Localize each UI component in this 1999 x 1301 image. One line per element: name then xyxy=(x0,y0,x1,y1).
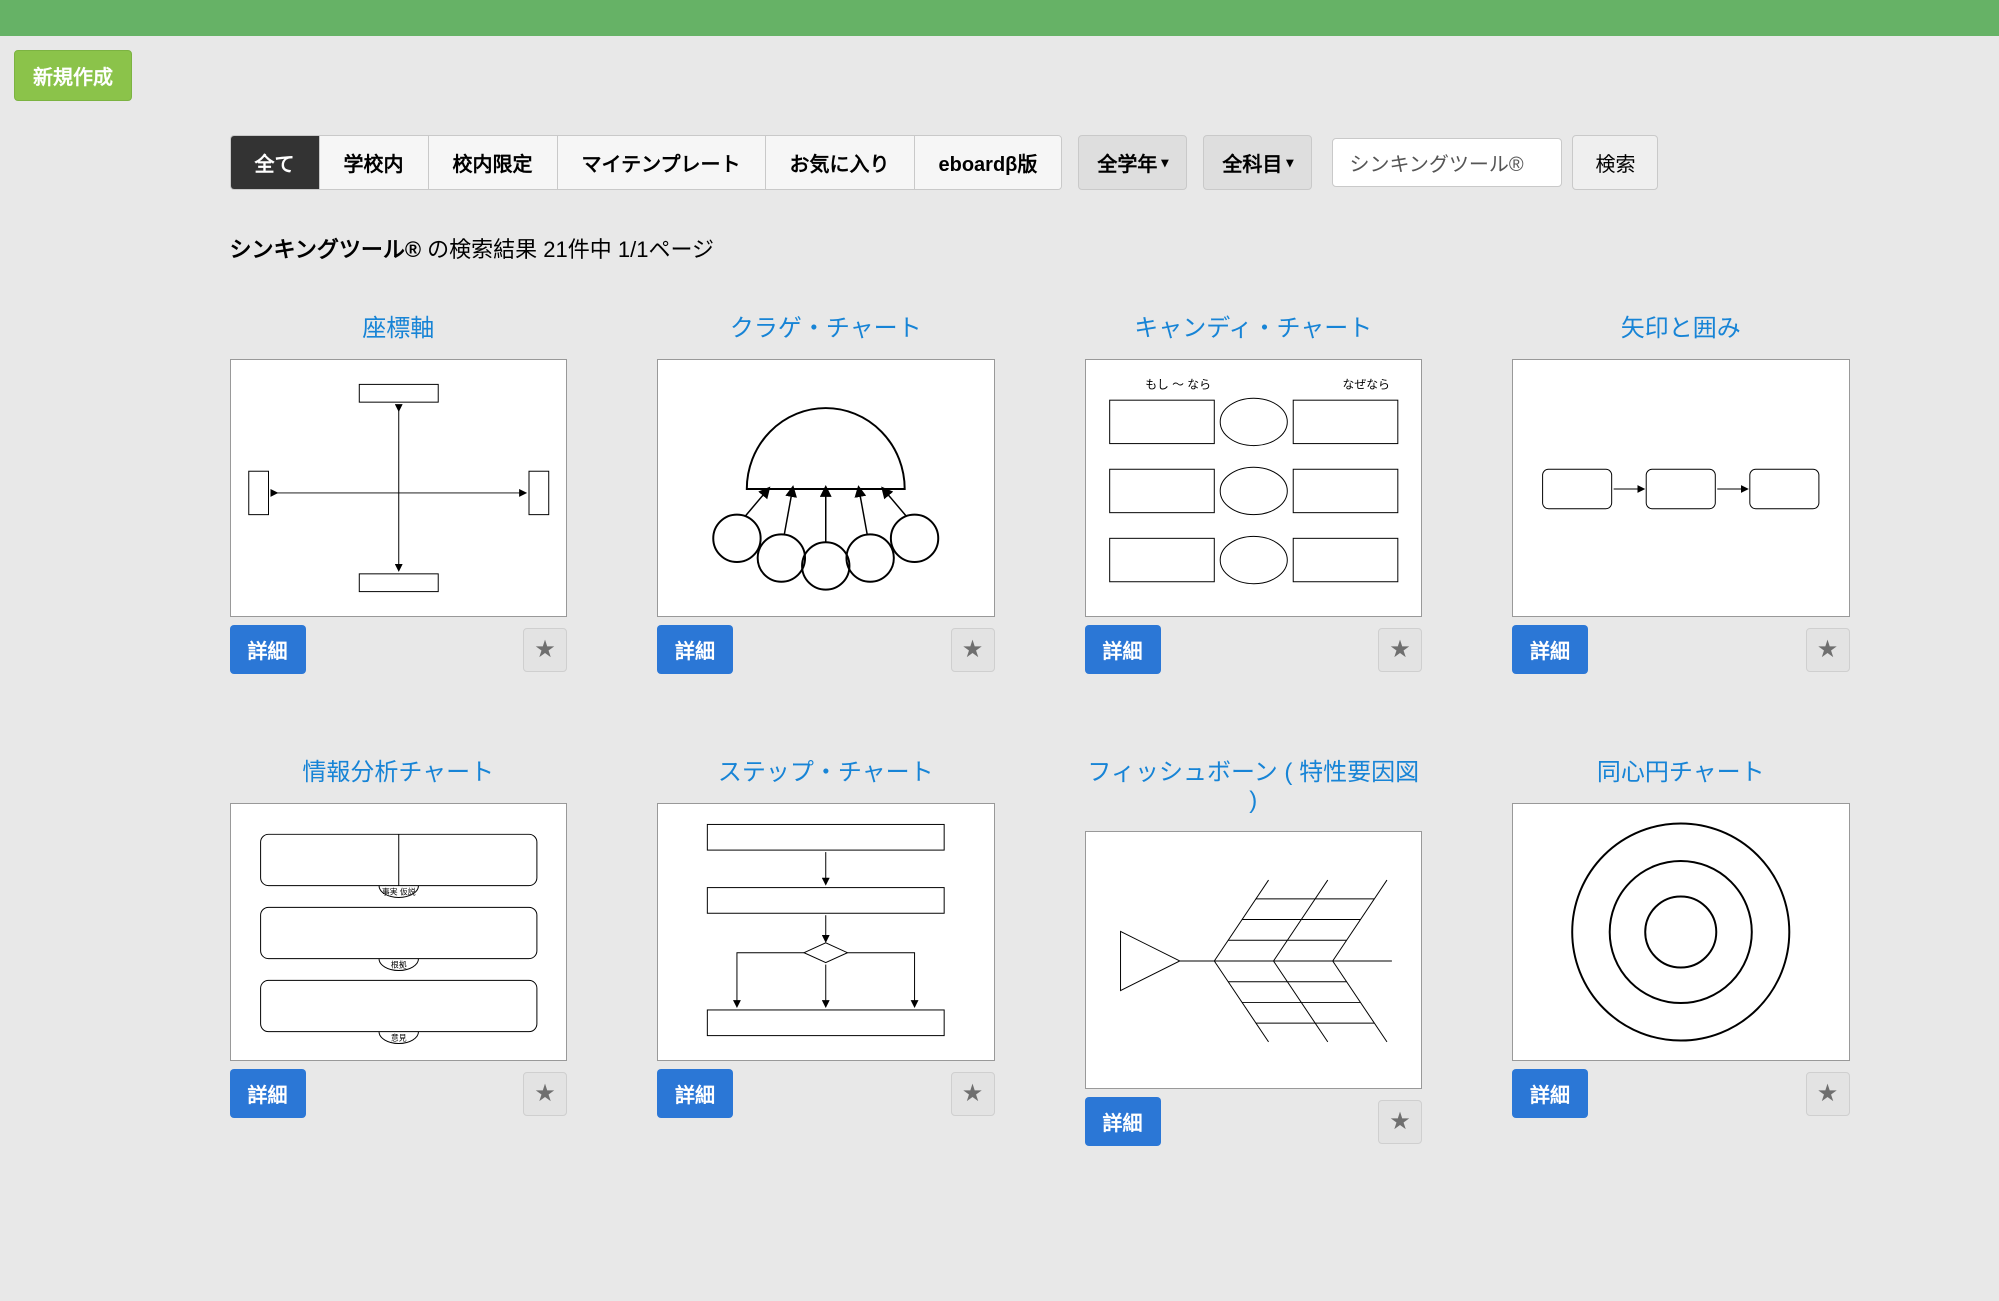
template-card: 情報分析チャート 事実 仮説 根拠 意見 詳細 xyxy=(230,752,568,1146)
favorite-button[interactable]: ★ xyxy=(951,1072,995,1116)
favorite-button[interactable]: ★ xyxy=(523,628,567,672)
create-row: 新規作成 xyxy=(0,36,1999,115)
chevron-down-icon: ▾ xyxy=(1286,154,1293,171)
template-grid: 座標軸 詳細 ★ クラゲ・チャート xyxy=(230,308,1850,1146)
template-thumbnail[interactable]: 事実 仮説 根拠 意見 xyxy=(230,803,568,1061)
star-icon: ★ xyxy=(1389,1107,1411,1136)
star-icon: ★ xyxy=(534,635,556,664)
star-icon: ★ xyxy=(534,1079,556,1108)
detail-button[interactable]: 詳細 xyxy=(657,625,733,674)
tab-school[interactable]: 学校内 xyxy=(319,136,428,189)
template-title-link[interactable]: クラゲ・チャート xyxy=(657,308,995,343)
template-card: 矢印と囲み 詳細 ★ xyxy=(1512,308,1850,674)
template-title-link[interactable]: フィッシュボーン ( 特性要因図 ) xyxy=(1085,752,1423,815)
tab-my-templates[interactable]: マイテンプレート xyxy=(557,136,765,189)
create-button[interactable]: 新規作成 xyxy=(14,50,132,101)
template-title-link[interactable]: ステップ・チャート xyxy=(657,752,995,787)
favorite-button[interactable]: ★ xyxy=(1378,628,1422,672)
tab-eboard[interactable]: eboardβ版 xyxy=(914,136,1062,189)
favorite-button[interactable]: ★ xyxy=(951,628,995,672)
template-card: ステップ・チャート 詳細 xyxy=(657,752,995,1146)
subject-dropdown-label: 全科目 xyxy=(1222,148,1282,177)
top-banner xyxy=(0,0,1999,36)
detail-button[interactable]: 詳細 xyxy=(230,1069,306,1118)
template-card: 座標軸 詳細 ★ xyxy=(230,308,568,674)
detail-button[interactable]: 詳細 xyxy=(230,625,306,674)
favorite-button[interactable]: ★ xyxy=(1806,1072,1850,1116)
detail-button[interactable]: 詳細 xyxy=(657,1069,733,1118)
star-icon: ★ xyxy=(1817,1079,1839,1108)
template-title-link[interactable]: 同心円チャート xyxy=(1512,752,1850,787)
favorite-button[interactable]: ★ xyxy=(523,1072,567,1116)
template-title-link[interactable]: キャンディ・チャート xyxy=(1085,308,1423,343)
template-thumbnail[interactable] xyxy=(657,803,995,1061)
filter-row: 全て 学校内 校内限定 マイテンプレート お気に入り eboardβ版 全学年 … xyxy=(230,135,1850,190)
grade-dropdown[interactable]: 全学年 ▾ xyxy=(1078,135,1187,190)
candy-right-label: なぜなら xyxy=(1342,377,1389,391)
template-thumbnail[interactable] xyxy=(1512,359,1850,617)
template-card: 同心円チャート 詳細 ★ xyxy=(1512,752,1850,1146)
result-middle: の検索結果 xyxy=(421,237,543,262)
favorite-button[interactable]: ★ xyxy=(1806,628,1850,672)
detail-button[interactable]: 詳細 xyxy=(1085,1097,1161,1146)
star-icon: ★ xyxy=(1389,635,1411,664)
search-input[interactable] xyxy=(1332,138,1562,187)
grade-dropdown-label: 全学年 xyxy=(1097,148,1157,177)
template-card: フィッシュボーン ( 特性要因図 ) 詳細 xyxy=(1085,752,1423,1146)
template-title-link[interactable]: 座標軸 xyxy=(230,308,568,343)
subject-dropdown[interactable]: 全科目 ▾ xyxy=(1203,135,1312,190)
chevron-down-icon: ▾ xyxy=(1161,154,1168,171)
result-count: 21件中 1/1ページ xyxy=(543,237,714,262)
star-icon: ★ xyxy=(1817,635,1839,664)
detail-button[interactable]: 詳細 xyxy=(1512,1069,1588,1118)
tab-all[interactable]: 全て xyxy=(231,136,319,189)
template-card: キャンディ・チャート もし ～ なら なぜなら 詳細 ★ xyxy=(1085,308,1423,674)
template-thumbnail[interactable]: もし ～ なら なぜなら xyxy=(1085,359,1423,617)
template-thumbnail[interactable] xyxy=(230,359,568,617)
ia-label: 意見 xyxy=(390,1033,406,1043)
template-thumbnail[interactable] xyxy=(657,359,995,617)
filter-tabs: 全て 学校内 校内限定 マイテンプレート お気に入り eboardβ版 xyxy=(230,135,1063,190)
template-title-link[interactable]: 情報分析チャート xyxy=(230,752,568,787)
search-button[interactable]: 検索 xyxy=(1572,135,1658,190)
ia-label: 事実 仮説 xyxy=(381,887,415,897)
ia-label: 根拠 xyxy=(390,960,406,970)
result-query: シンキングツール® xyxy=(230,237,422,262)
search-result-summary: シンキングツール® の検索結果 21件中 1/1ページ xyxy=(230,232,1850,264)
template-title-link[interactable]: 矢印と囲み xyxy=(1512,308,1850,343)
template-thumbnail[interactable] xyxy=(1085,831,1423,1089)
tab-favorites[interactable]: お気に入り xyxy=(765,136,914,189)
star-icon: ★ xyxy=(962,635,984,664)
favorite-button[interactable]: ★ xyxy=(1378,1100,1422,1144)
detail-button[interactable]: 詳細 xyxy=(1512,625,1588,674)
tab-school-limited[interactable]: 校内限定 xyxy=(428,136,557,189)
candy-left-label: もし ～ なら xyxy=(1145,377,1211,391)
star-icon: ★ xyxy=(962,1079,984,1108)
detail-button[interactable]: 詳細 xyxy=(1085,625,1161,674)
template-card: クラゲ・チャート 詳細 ★ xyxy=(657,308,995,674)
template-thumbnail[interactable] xyxy=(1512,803,1850,1061)
